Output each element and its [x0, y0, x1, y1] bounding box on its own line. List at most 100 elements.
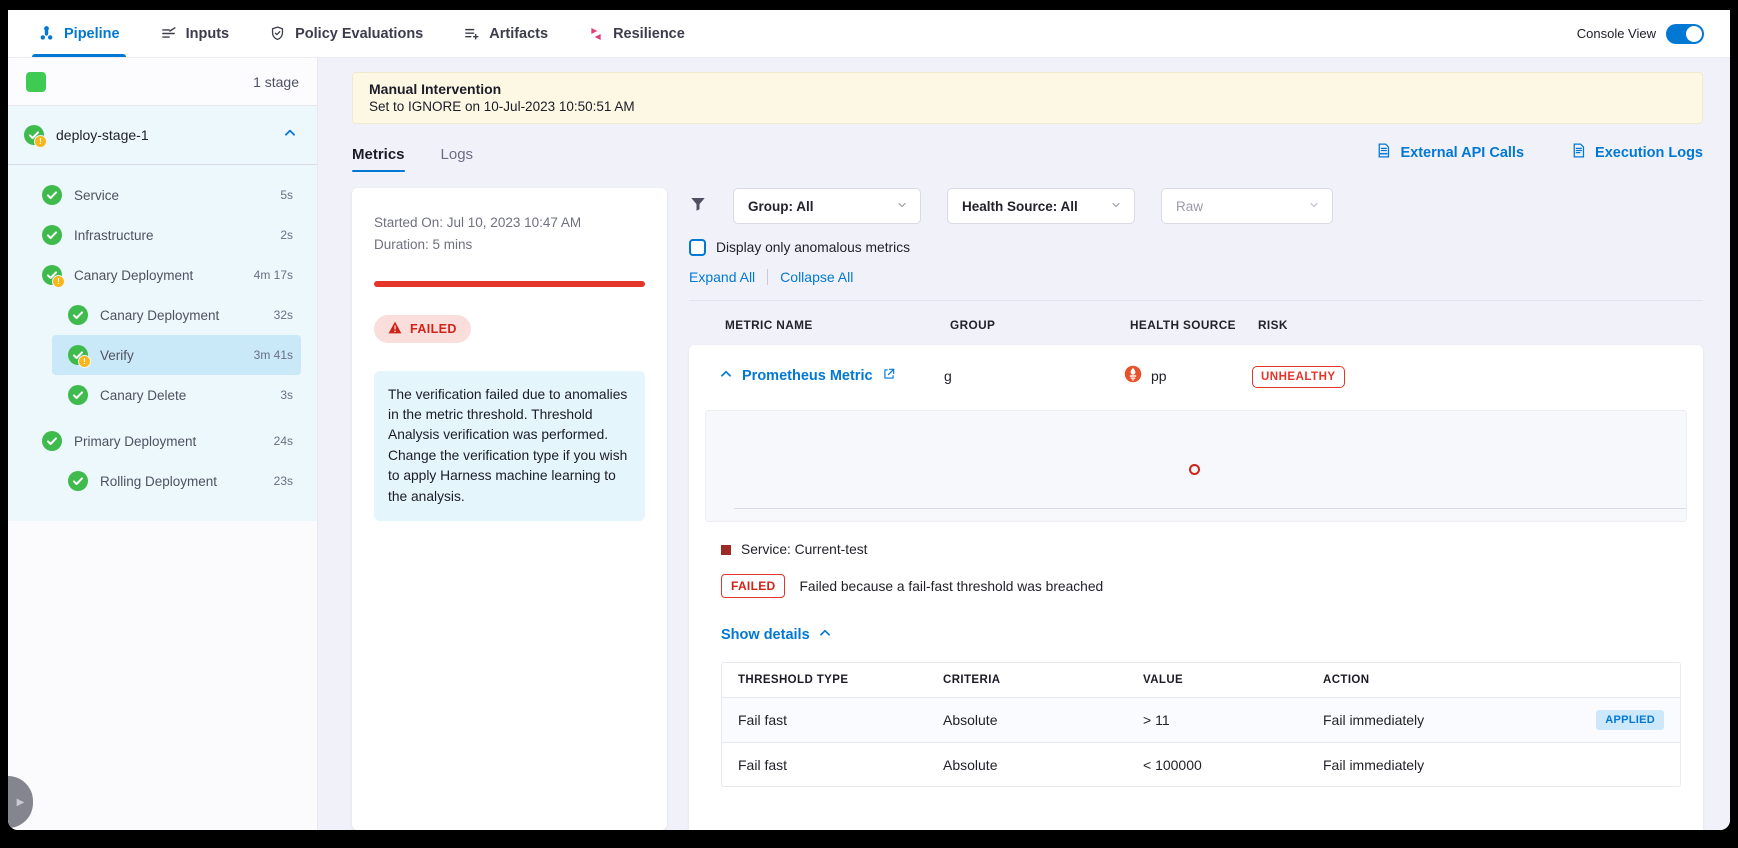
tab-pipeline[interactable]: Pipeline: [38, 10, 120, 57]
step-label: Rolling Deployment: [100, 474, 217, 489]
document-icon: [1570, 142, 1587, 163]
sidebar-step-canary-delete[interactable]: Canary Delete 3s: [8, 375, 317, 415]
filter-funnel-icon[interactable]: [689, 195, 707, 218]
sidebar-step-canary-deployment[interactable]: Canary Deployment 32s: [8, 295, 317, 335]
nav-tabs: Pipeline Inputs Policy Evaluations Artif…: [38, 10, 685, 57]
transformation-value: Raw: [1176, 199, 1203, 214]
metrics-table-header: METRIC NAME GROUP HEALTH SOURCE RISK: [689, 301, 1703, 345]
artifacts-icon: [463, 25, 480, 42]
success-warning-icon: [42, 265, 62, 285]
step-label: Canary Deployment: [74, 268, 193, 283]
threshold-action-cell: Fail immediately: [1323, 757, 1664, 773]
col-risk: RISK: [1258, 318, 1703, 332]
chevron-down-icon: [896, 199, 908, 214]
group-filter-dropdown[interactable]: Group: All: [733, 188, 921, 224]
col-criteria: CRITERIA: [943, 674, 1143, 686]
sidebar-step-canary-deployment-group[interactable]: Canary Deployment 4m 17s: [8, 255, 317, 295]
resilience-icon: [588, 26, 604, 42]
show-details-label: Show details: [721, 627, 810, 643]
step-label: Verify: [100, 348, 134, 363]
tab-metrics[interactable]: Metrics: [352, 146, 405, 172]
console-view-toggle[interactable]: [1666, 24, 1704, 44]
external-link-icon[interactable]: [882, 367, 896, 385]
step-label: Infrastructure: [74, 228, 154, 243]
metric-card: Prometheus Metric g pp UNHEALTHY: [689, 345, 1703, 830]
metric-name-link[interactable]: Prometheus Metric: [742, 368, 873, 384]
tab-resilience[interactable]: Resilience: [588, 10, 685, 57]
health-source-filter-value: Health Source: All: [962, 199, 1078, 214]
pipeline-icon: [38, 25, 55, 42]
chevron-up-icon: [818, 626, 832, 644]
failure-reason-row: FAILED Failed because a fail-fast thresh…: [721, 574, 1703, 598]
tab-policy-evaluations-label: Policy Evaluations: [295, 26, 423, 42]
failed-status-badge: FAILED: [374, 315, 471, 343]
duration: Duration: 5 mins: [374, 234, 645, 256]
stage-status-square[interactable]: [26, 72, 46, 92]
tab-resilience-label: Resilience: [613, 26, 685, 42]
metrics-panel: Group: All Health Source: All Raw: [689, 188, 1703, 830]
warning-triangle-icon: [388, 321, 402, 337]
threshold-type: Fail fast: [738, 757, 943, 773]
step-duration: 3m 41s: [254, 348, 293, 362]
success-icon: [42, 225, 62, 245]
divider: [767, 269, 768, 285]
threshold-value: < 100000: [1143, 757, 1323, 773]
metric-chart: [705, 410, 1687, 522]
verification-summary-card: Started On: Jul 10, 2023 10:47 AM Durati…: [352, 188, 667, 830]
failed-progress-bar: [374, 281, 645, 287]
started-on: Started On: Jul 10, 2023 10:47 AM: [374, 212, 645, 234]
anomalous-data-point[interactable]: [1189, 464, 1200, 475]
failure-reason-text: Failed because a fail-fast threshold was…: [799, 579, 1103, 594]
anomalous-metrics-checkbox[interactable]: [689, 239, 706, 256]
health-source-filter-dropdown[interactable]: Health Source: All: [947, 188, 1135, 224]
tab-logs[interactable]: Logs: [441, 146, 474, 172]
threshold-row: Fail fast Absolute > 11 Fail immediately…: [722, 698, 1680, 742]
execution-logs-link[interactable]: Execution Logs: [1570, 142, 1703, 163]
step-duration: 3s: [280, 388, 293, 402]
step-duration: 24s: [274, 434, 293, 448]
show-details-link[interactable]: Show details: [721, 626, 832, 644]
sidebar-step-rolling-deployment[interactable]: Rolling Deployment 23s: [8, 461, 317, 501]
verification-message: The verification failed due to anomalies…: [374, 371, 645, 521]
expand-all-link[interactable]: Expand All: [689, 269, 755, 285]
external-api-calls-label: External API Calls: [1400, 145, 1524, 161]
console-view-label: Console View: [1577, 26, 1656, 41]
threshold-criteria: Absolute: [943, 757, 1143, 773]
sidebar-step-infrastructure[interactable]: Infrastructure 2s: [8, 215, 317, 255]
shield-check-icon: [269, 25, 286, 42]
success-icon: [68, 385, 88, 405]
threshold-type: Fail fast: [738, 712, 943, 728]
metric-name-cell[interactable]: Prometheus Metric: [719, 367, 944, 385]
stage-count: 1 stage: [253, 74, 299, 90]
tab-policy-evaluations[interactable]: Policy Evaluations: [269, 10, 423, 57]
threshold-value: > 11: [1143, 712, 1323, 728]
sidebar-step-service[interactable]: Service 5s: [8, 175, 317, 215]
step-duration: 2s: [280, 228, 293, 242]
tab-inputs[interactable]: Inputs: [160, 10, 230, 57]
sidebar-step-primary-deployment[interactable]: Primary Deployment 24s: [8, 421, 317, 461]
step-label: Primary Deployment: [74, 434, 196, 449]
chevron-up-icon[interactable]: [283, 126, 297, 145]
success-warning-icon: [68, 345, 88, 365]
collapse-all-link[interactable]: Collapse All: [780, 269, 853, 285]
sidebar-step-verify[interactable]: Verify 3m 41s: [52, 335, 301, 375]
stage-row[interactable]: deploy-stage-1: [8, 106, 317, 164]
execution-sidebar: 1 stage deploy-stage-1 Service 5s Infras…: [8, 58, 318, 830]
expand-collapse-row: Expand All Collapse All: [689, 269, 1703, 285]
threshold-action-cell: Fail immediately APPLIED: [1323, 710, 1664, 730]
stage-status-warning-icon: [24, 125, 44, 145]
success-icon: [42, 185, 62, 205]
chevron-down-icon: [1110, 199, 1122, 214]
external-api-calls-link[interactable]: External API Calls: [1375, 142, 1524, 163]
metric-row: Prometheus Metric g pp UNHEALTHY: [689, 345, 1703, 402]
chevron-up-icon[interactable]: [719, 367, 733, 385]
step-duration: 5s: [280, 188, 293, 202]
divider: [8, 164, 317, 165]
inputs-icon: [160, 25, 177, 42]
stage-summary-row: 1 stage: [8, 58, 317, 106]
transformation-dropdown[interactable]: Raw: [1161, 188, 1333, 224]
tab-artifacts[interactable]: Artifacts: [463, 10, 548, 57]
col-threshold-type: THRESHOLD TYPE: [738, 674, 943, 686]
chevron-down-icon: [1308, 199, 1320, 214]
success-icon: [68, 471, 88, 491]
